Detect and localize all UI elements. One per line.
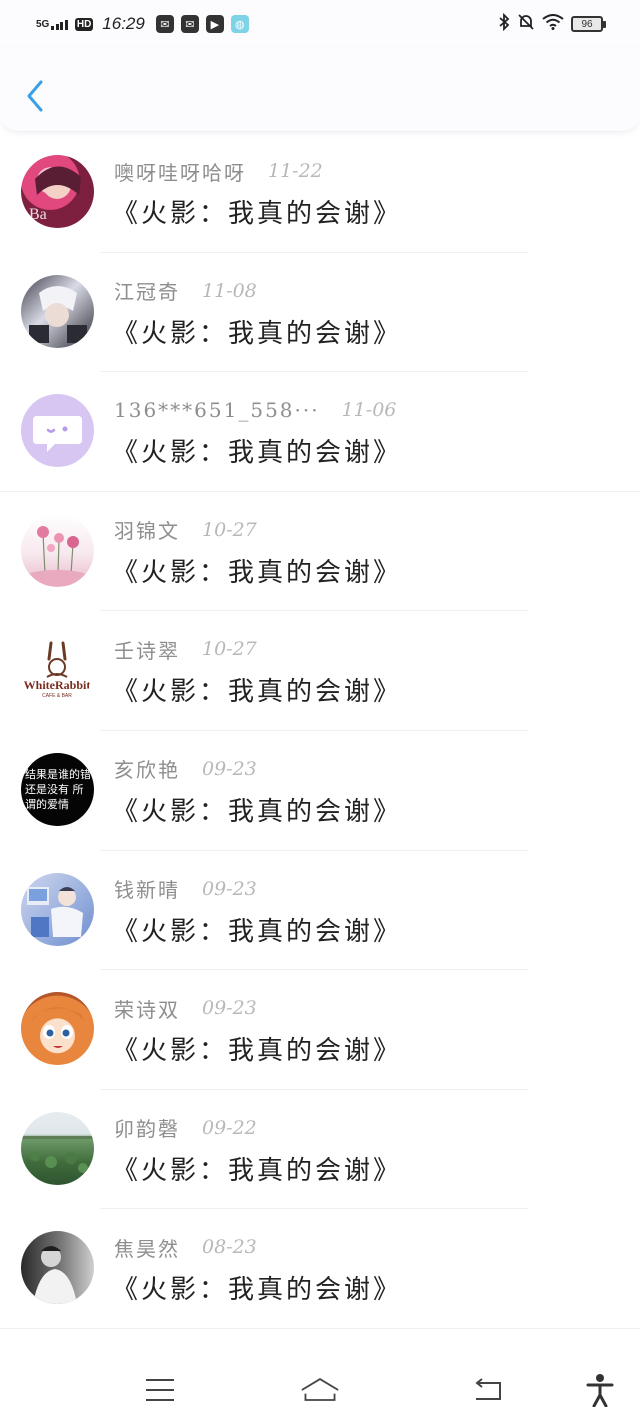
list-item[interactable]: 羽锦文 10-27 《火影：我真的会谢》: [0, 492, 640, 612]
list-item[interactable]: 荣诗双 09-23 《火影：我真的会谢》: [0, 970, 640, 1090]
list-item[interactable]: 钱新晴 09-23 《火影：我真的会谢》: [0, 851, 640, 971]
network-type: 5G: [36, 18, 50, 30]
message-list: Ba 噢呀哇呀哈呀 11-22 《火影：我真的会谢》 江冠奇 11-08 《火影…: [0, 133, 640, 1329]
message-date: 11-06: [341, 399, 397, 422]
message-text: 《火影：我真的会谢》: [112, 199, 403, 229]
sender-name: 羽锦文: [114, 519, 180, 544]
app-notification-icon: ◍: [230, 15, 249, 33]
list-item[interactable]: 卯韵磬 09-22 《火影：我真的会谢》: [0, 1090, 640, 1210]
menu-button[interactable]: [140, 1370, 180, 1410]
avatar-logo-subtext: CAFE & BAR: [42, 693, 72, 699]
back-button[interactable]: [20, 76, 50, 116]
list-item[interactable]: 焦昊然 08-23 《火影：我真的会谢》: [0, 1209, 640, 1329]
avatar[interactable]: WhiteRabbit CAFE & BAR: [21, 633, 94, 707]
list-item[interactable]: WhiteRabbit CAFE & BAR 壬诗翠 10-27 《火影：我真的…: [0, 611, 640, 731]
chat-bubble-icon: [33, 416, 82, 453]
message-text: 《火影：我真的会谢》: [112, 1275, 403, 1306]
message-meta: 噢呀哇呀哈呀 11-22: [114, 157, 323, 185]
status-bar-left: 5G HD 16:29 ✉ ✉ ▶ ◍: [36, 14, 249, 34]
avatar[interactable]: Ba: [21, 155, 94, 228]
avatar[interactable]: [21, 872, 94, 946]
message-meta: 江冠奇 11-08: [114, 277, 257, 305]
app-notification-icon: ✉: [180, 15, 199, 33]
avatar[interactable]: [21, 513, 94, 587]
top-app-bar: [0, 48, 640, 132]
accessibility-icon: [586, 1374, 614, 1407]
avatar[interactable]: [21, 1111, 94, 1185]
mute-bell-icon: [517, 13, 535, 36]
status-bar: 5G HD 16:29 ✉ ✉ ▶ ◍ 96: [0, 0, 640, 48]
home-icon: [301, 1378, 339, 1401]
message-meta: 钱新晴 09-23: [114, 875, 257, 903]
signal-icon: 5G: [36, 19, 68, 30]
sender-name: 噢呀哇呀哈呀: [114, 160, 246, 185]
app-notification-icon: ✉: [155, 15, 174, 33]
battery-icon: 96: [571, 16, 606, 32]
list-item[interactable]: 结果是谁的错 还是没有 所谓的爱情 亥欣艳 09-23 《火影：我真的会谢》: [0, 731, 640, 851]
sender-name: 卯韵磬: [114, 1117, 180, 1142]
message-date: 09-23: [202, 877, 257, 900]
list-item[interactable]: 江冠奇 11-08 《火影：我真的会谢》: [0, 253, 640, 373]
message-meta: 卯韵磬 09-22: [114, 1114, 257, 1142]
message-date: 11-08: [202, 279, 257, 302]
message-meta: 亥欣艳 09-23: [114, 755, 257, 783]
sender-name: 江冠奇: [114, 280, 180, 305]
message-date: 09-23: [202, 757, 257, 780]
svg-text:Ba: Ba: [29, 206, 47, 223]
menu-icon: [146, 1379, 174, 1401]
message-date: 11-22: [268, 160, 323, 182]
sender-name: 136***651_558···: [114, 398, 320, 423]
avatar[interactable]: [21, 992, 94, 1066]
return-icon: [475, 1378, 501, 1400]
status-bar-right: 96: [498, 12, 606, 36]
avatar[interactable]: [21, 1231, 94, 1305]
system-nav-bar: [0, 1352, 640, 1428]
message-text: 《火影：我真的会谢》: [112, 438, 403, 469]
list-item[interactable]: Ba 噢呀哇呀哈呀 11-22 《火影：我真的会谢》: [0, 133, 640, 253]
sender-name: 壬诗翠: [114, 638, 180, 663]
message-text: 《火影：我真的会谢》: [112, 677, 403, 708]
message-text: 《火影：我真的会谢》: [112, 557, 403, 588]
message-text: 《火影：我真的会谢》: [112, 1036, 403, 1067]
wifi-icon: [542, 13, 564, 35]
bluetooth-icon: [498, 12, 510, 36]
avatar-text: 结果是谁的错 还是没有 所谓的爱情: [25, 767, 91, 811]
message-meta: 壬诗翠 10-27: [114, 635, 257, 663]
message-meta: 136***651_558··· 11-06: [114, 396, 396, 424]
avatar[interactable]: [21, 394, 94, 468]
message-meta: 羽锦文 10-27: [114, 516, 257, 544]
sender-name: 荣诗双: [114, 997, 180, 1022]
sender-name: 焦昊然: [114, 1236, 180, 1261]
sender-name: 钱新晴: [114, 878, 180, 903]
accessibility-button[interactable]: [580, 1370, 620, 1410]
list-item[interactable]: 136***651_558··· 11-06 《火影：我真的会谢》: [0, 372, 640, 492]
message-text: 《火影：我真的会谢》: [112, 1155, 403, 1186]
message-date: 10-27: [202, 638, 257, 661]
message-text: 《火影：我真的会谢》: [112, 796, 403, 827]
back-nav-button[interactable]: [468, 1370, 508, 1410]
home-button[interactable]: [300, 1370, 340, 1410]
message-meta: 荣诗双 09-23: [114, 994, 257, 1022]
message-date: 09-22: [202, 1116, 257, 1139]
avatar[interactable]: [21, 274, 94, 348]
clock: 16:29: [102, 14, 145, 33]
hd-badge: HD: [74, 17, 94, 31]
play-notification-icon: ▶: [205, 15, 224, 33]
avatar-logo-text: WhiteRabbit: [24, 678, 91, 692]
message-date: 08-23: [202, 1236, 257, 1259]
chevron-left-icon: [27, 80, 43, 112]
battery-level: 96: [571, 16, 603, 32]
message-text: 《火影：我真的会谢》: [112, 318, 403, 349]
message-text: 《火影：我真的会谢》: [112, 916, 403, 947]
message-date: 09-23: [202, 997, 257, 1020]
sender-name: 亥欣艳: [114, 758, 180, 783]
avatar[interactable]: 结果是谁的错 还是没有 所谓的爱情: [21, 752, 94, 826]
divider: [0, 1327, 640, 1329]
message-meta: 焦昊然 08-23: [114, 1233, 257, 1261]
message-date: 10-27: [202, 518, 257, 541]
